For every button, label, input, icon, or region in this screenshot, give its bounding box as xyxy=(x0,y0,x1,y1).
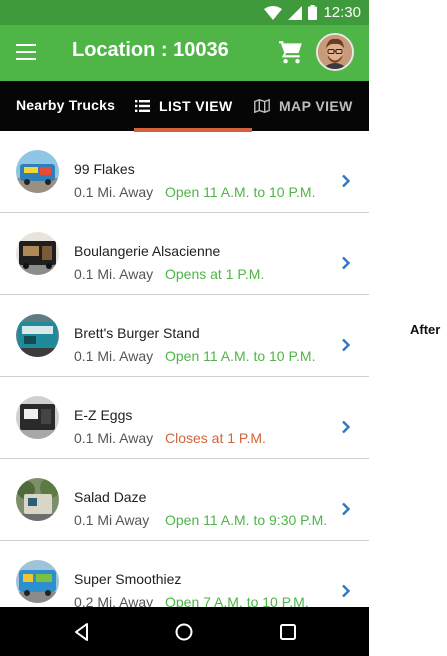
map-icon xyxy=(254,99,270,113)
truck-hours: Open 11 A.M. to 10 P.M. xyxy=(165,184,316,200)
truck-name: E-Z Eggs xyxy=(74,407,133,423)
truck-thumbnail-salad-daze xyxy=(16,478,59,521)
after-caption: After xyxy=(410,322,441,337)
chevron-right-icon[interactable] xyxy=(341,256,351,270)
list-icon xyxy=(135,100,150,112)
user-avatar[interactable] xyxy=(316,33,354,71)
tab-list-view[interactable]: LIST VIEW xyxy=(135,81,233,131)
list-item[interactable]: Salad Daze 0.1 Mi Away Open 11 A.M. to 9… xyxy=(0,459,369,541)
truck-thumbnail-bretts-burger-stand xyxy=(16,314,59,357)
truck-name: Super Smoothiez xyxy=(74,571,182,587)
tab-list-view-label: LIST VIEW xyxy=(159,98,233,114)
chevron-right-icon[interactable] xyxy=(341,420,351,434)
truck-distance: 0.1 Mi. Away xyxy=(74,430,154,446)
truck-name: Salad Daze xyxy=(74,489,147,505)
list-item[interactable]: 99 Flakes 0.1 Mi. Away Open 11 A.M. to 1… xyxy=(0,131,369,213)
chevron-right-icon[interactable] xyxy=(341,502,351,516)
truck-name: 99 Flakes xyxy=(74,161,135,177)
phone-screen: 12:30 Location : 10036 Nearby Trucks LIS… xyxy=(0,0,369,656)
truck-hours: Closes at 1 P.M. xyxy=(165,430,266,446)
wifi-icon xyxy=(264,5,283,20)
list-item[interactable]: E-Z Eggs 0.1 Mi. Away Closes at 1 P.M. xyxy=(0,377,369,459)
status-bar: 12:30 xyxy=(0,0,369,25)
recent-apps-icon[interactable] xyxy=(277,621,299,643)
location-title: Location : 10036 xyxy=(72,39,229,61)
hamburger-menu-icon[interactable] xyxy=(16,44,36,60)
truck-name: Boulangerie Alsacienne xyxy=(74,243,221,259)
truck-name: Brett's Burger Stand xyxy=(74,325,200,341)
clock: 12:30 xyxy=(323,4,361,21)
tab-map-view-label: MAP VIEW xyxy=(279,98,353,114)
battery-icon xyxy=(308,5,318,20)
truck-distance: 0.1 Mi. Away xyxy=(74,348,154,364)
home-icon[interactable] xyxy=(173,621,195,643)
truck-distance: 0.1 Mi. Away xyxy=(74,184,154,200)
chevron-right-icon[interactable] xyxy=(341,338,351,352)
truck-hours: Open 11 A.M. to 10 P.M. xyxy=(165,348,316,364)
nearby-trucks-label: Nearby Trucks xyxy=(16,97,116,113)
truck-list: 99 Flakes 0.1 Mi. Away Open 11 A.M. to 1… xyxy=(0,131,369,623)
truck-thumbnail-e-z-eggs xyxy=(16,396,59,439)
system-navigation-bar xyxy=(0,607,369,656)
truck-hours: Open 11 A.M. to 9:30 P.M. xyxy=(165,512,328,528)
truck-thumbnail-99-flakes xyxy=(16,150,59,193)
app-bar: Location : 10036 xyxy=(0,25,369,81)
truck-thumbnail-super-smoothiez xyxy=(16,560,59,603)
chevron-right-icon[interactable] xyxy=(341,174,351,188)
truck-distance: 0.1 Mi Away xyxy=(74,512,150,528)
shopping-cart-icon[interactable] xyxy=(278,39,304,65)
tab-map-view[interactable]: MAP VIEW xyxy=(254,81,353,131)
chevron-right-icon[interactable] xyxy=(341,584,351,598)
tab-bar: Nearby Trucks LIST VIEW MAP VIEW xyxy=(0,81,369,131)
list-item[interactable]: Boulangerie Alsacienne 0.1 Mi. Away Open… xyxy=(0,213,369,295)
cellular-signal-icon xyxy=(288,5,303,20)
truck-hours: Opens at 1 P.M. xyxy=(165,266,265,282)
list-item[interactable]: Brett's Burger Stand 0.1 Mi. Away Open 1… xyxy=(0,295,369,377)
truck-thumbnail-boulangerie-alsacienne xyxy=(16,232,59,275)
back-icon[interactable] xyxy=(71,621,93,643)
truck-distance: 0.1 Mi. Away xyxy=(74,266,154,282)
